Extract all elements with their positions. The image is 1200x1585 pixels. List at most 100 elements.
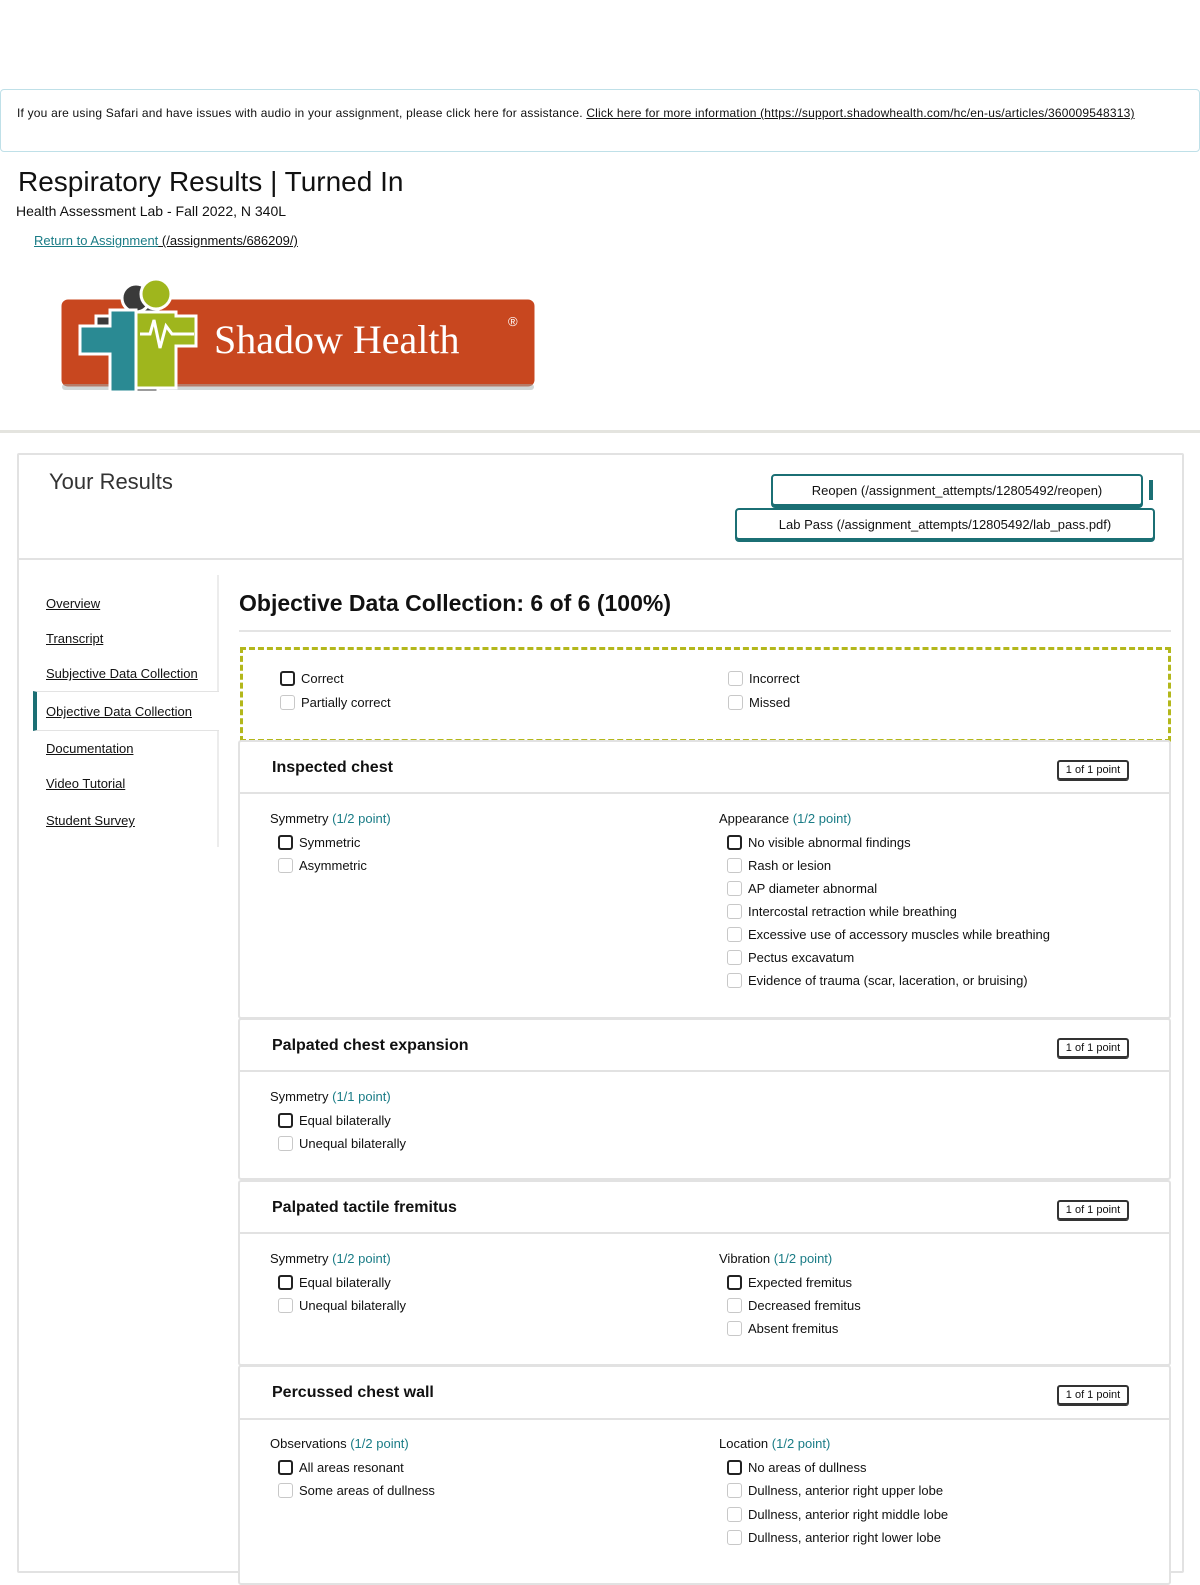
legend-partially-correct: Partially correct [280, 694, 391, 712]
item-percussed-chest-wall: Percussed chest wall 1 of 1 point Observ… [238, 1365, 1171, 1585]
notice-text: If you are using Safari and have issues … [17, 106, 583, 120]
item-palpated-tactile-fremitus: Palpated tactile fremitus 1 of 1 point S… [238, 1180, 1171, 1366]
item-header: Palpated tactile fremitus 1 of 1 point [240, 1182, 1169, 1234]
return-link-url: (/assignments/686209/) [161, 233, 298, 248]
header-divider [0, 430, 1200, 433]
sidebar-item-documentation[interactable]: Documentation [46, 740, 133, 758]
option-dullness-right-middle-lobe: Dullness, anterior right middle lobe [727, 1506, 948, 1524]
section-title-divider [239, 630, 1171, 632]
checkbox-icon [278, 1483, 293, 1498]
option-unequal-bilaterally: Unequal bilaterally [278, 1297, 406, 1315]
item-inspected-chest: Inspected chest 1 of 1 point Symmetry (1… [238, 740, 1171, 1019]
group-label-location: Location (1/2 point) [719, 1436, 831, 1451]
checkbox-icon [278, 1460, 293, 1475]
item-header: Palpated chest expansion 1 of 1 point [240, 1020, 1169, 1072]
checkbox-icon [278, 835, 293, 850]
score-badge: 1 of 1 point [1057, 1038, 1129, 1058]
checkbox-icon [727, 835, 742, 850]
option-dullness-right-upper-lobe: Dullness, anterior right upper lobe [727, 1482, 943, 1500]
sidebar-item-video-tutorial[interactable]: Video Tutorial [46, 775, 125, 793]
results-sidebar-nav: Overview Transcript Subjective Data Coll… [19, 575, 219, 847]
checkbox-icon [727, 1321, 742, 1336]
score-badge: 1 of 1 point [1057, 1200, 1129, 1220]
option-equal-bilaterally: Equal bilaterally [278, 1274, 391, 1292]
checkbox-icon [278, 1275, 293, 1290]
option-no-visible-abnormal-findings: No visible abnormal findings [727, 834, 911, 852]
checkbox-icon [278, 858, 293, 873]
sidebar-item-student-survey[interactable]: Student Survey [46, 812, 135, 830]
checkbox-icon [278, 1113, 293, 1128]
option-expected-fremitus: Expected fremitus [727, 1274, 852, 1292]
checkbox-icon [727, 1298, 742, 1313]
notice-more-info-link[interactable]: Click here for more information (https:/… [586, 106, 1134, 120]
group-label-symmetry: Symmetry (1/1 point) [270, 1089, 391, 1104]
checkbox-icon [727, 927, 742, 942]
checkbox-icon [727, 858, 742, 873]
checkbox-icon [727, 1530, 742, 1545]
return-to-assignment-link[interactable]: Return to Assignment (/assignments/68620… [34, 232, 298, 250]
page-title: Respiratory Results | Turned In [18, 166, 404, 197]
sidebar-item-overview[interactable]: Overview [46, 595, 100, 613]
option-some-areas-of-dullness: Some areas of dullness [278, 1482, 435, 1500]
results-header: Your Results Reopen (/assignment_attempt… [19, 455, 1182, 560]
sidebar-item-objective-data-collection[interactable]: Objective Data Collection [46, 703, 192, 721]
option-dullness-right-lower-lobe: Dullness, anterior right lower lobe [727, 1529, 941, 1547]
option-rash-or-lesion: Rash or lesion [727, 857, 831, 875]
group-label-symmetry: Symmetry (1/2 point) [270, 1251, 391, 1266]
checkbox-icon [727, 973, 742, 988]
option-accessory-muscles: Excessive use of accessory muscles while… [727, 926, 1050, 944]
checkbox-icon [727, 1507, 742, 1522]
score-badge: 1 of 1 point [1057, 760, 1129, 780]
result-legend: Correct Partially correct Incorrect Miss… [240, 647, 1171, 742]
group-label-observations: Observations (1/2 point) [270, 1436, 409, 1451]
group-label-vibration: Vibration (1/2 point) [719, 1251, 833, 1266]
legend-missed: Missed [728, 694, 790, 712]
sidebar-item-subjective-data-collection[interactable]: Subjective Data Collection [46, 665, 198, 683]
checkbox-icon [727, 950, 742, 965]
option-unequal-bilaterally: Unequal bilaterally [278, 1135, 406, 1153]
reopen-button-marker [1149, 480, 1153, 500]
checkbox-icon [280, 695, 295, 710]
sidebar-item-transcript[interactable]: Transcript [46, 630, 103, 648]
option-intercostal-retraction: Intercostal retraction while breathing [727, 903, 957, 921]
lab-pass-button[interactable]: Lab Pass (/assignment_attempts/12805492/… [735, 508, 1155, 540]
item-title: Percussed chest wall [272, 1384, 434, 1401]
reopen-button[interactable]: Reopen (/assignment_attempts/12805492/re… [771, 474, 1143, 506]
item-palpated-chest-expansion: Palpated chest expansion 1 of 1 point Sy… [238, 1018, 1171, 1180]
shadow-health-logo: Shadow Health ® [58, 277, 538, 394]
item-title: Inspected chest [272, 759, 393, 776]
option-ap-diameter-abnormal: AP diameter abnormal [727, 880, 877, 898]
logo-registered-mark: ® [508, 314, 518, 329]
item-title: Palpated tactile fremitus [272, 1199, 457, 1216]
item-header: Percussed chest wall 1 of 1 point [240, 1367, 1169, 1420]
option-symmetric: Symmetric [278, 834, 360, 852]
option-absent-fremitus: Absent fremitus [727, 1320, 838, 1338]
option-pectus-excavatum: Pectus excavatum [727, 949, 854, 967]
option-decreased-fremitus: Decreased fremitus [727, 1297, 861, 1315]
item-title: Palpated chest expansion [272, 1037, 469, 1054]
checkbox-icon [728, 695, 743, 710]
checkbox-icon [278, 1298, 293, 1313]
checkbox-icon [727, 1275, 742, 1290]
checkbox-icon [728, 671, 743, 686]
option-no-areas-of-dullness: No areas of dullness [727, 1459, 867, 1477]
results-card: Your Results Reopen (/assignment_attempt… [17, 453, 1184, 1585]
safari-notice-banner: If you are using Safari and have issues … [0, 89, 1200, 152]
option-asymmetric: Asymmetric [278, 857, 367, 875]
option-evidence-of-trauma: Evidence of trauma (scar, laceration, or… [727, 972, 1028, 990]
results-title: Your Results [49, 469, 173, 494]
legend-incorrect: Incorrect [728, 670, 800, 688]
group-label-appearance: Appearance (1/2 point) [719, 811, 852, 826]
course-name: Health Assessment Lab - Fall 2022, N 340… [16, 203, 287, 219]
checkbox-icon [727, 904, 742, 919]
section-title: Objective Data Collection: 6 of 6 (100%) [239, 590, 672, 616]
return-link-text: Return to Assignment [34, 233, 159, 248]
checkbox-icon [727, 881, 742, 896]
checkbox-icon [278, 1136, 293, 1151]
item-header: Inspected chest 1 of 1 point [240, 742, 1169, 794]
logo-wordmark: Shadow Health [214, 317, 460, 362]
checkbox-icon [280, 671, 295, 686]
group-label-symmetry: Symmetry (1/2 point) [270, 811, 391, 826]
checkbox-icon [727, 1460, 742, 1475]
legend-correct: Correct [280, 670, 344, 688]
